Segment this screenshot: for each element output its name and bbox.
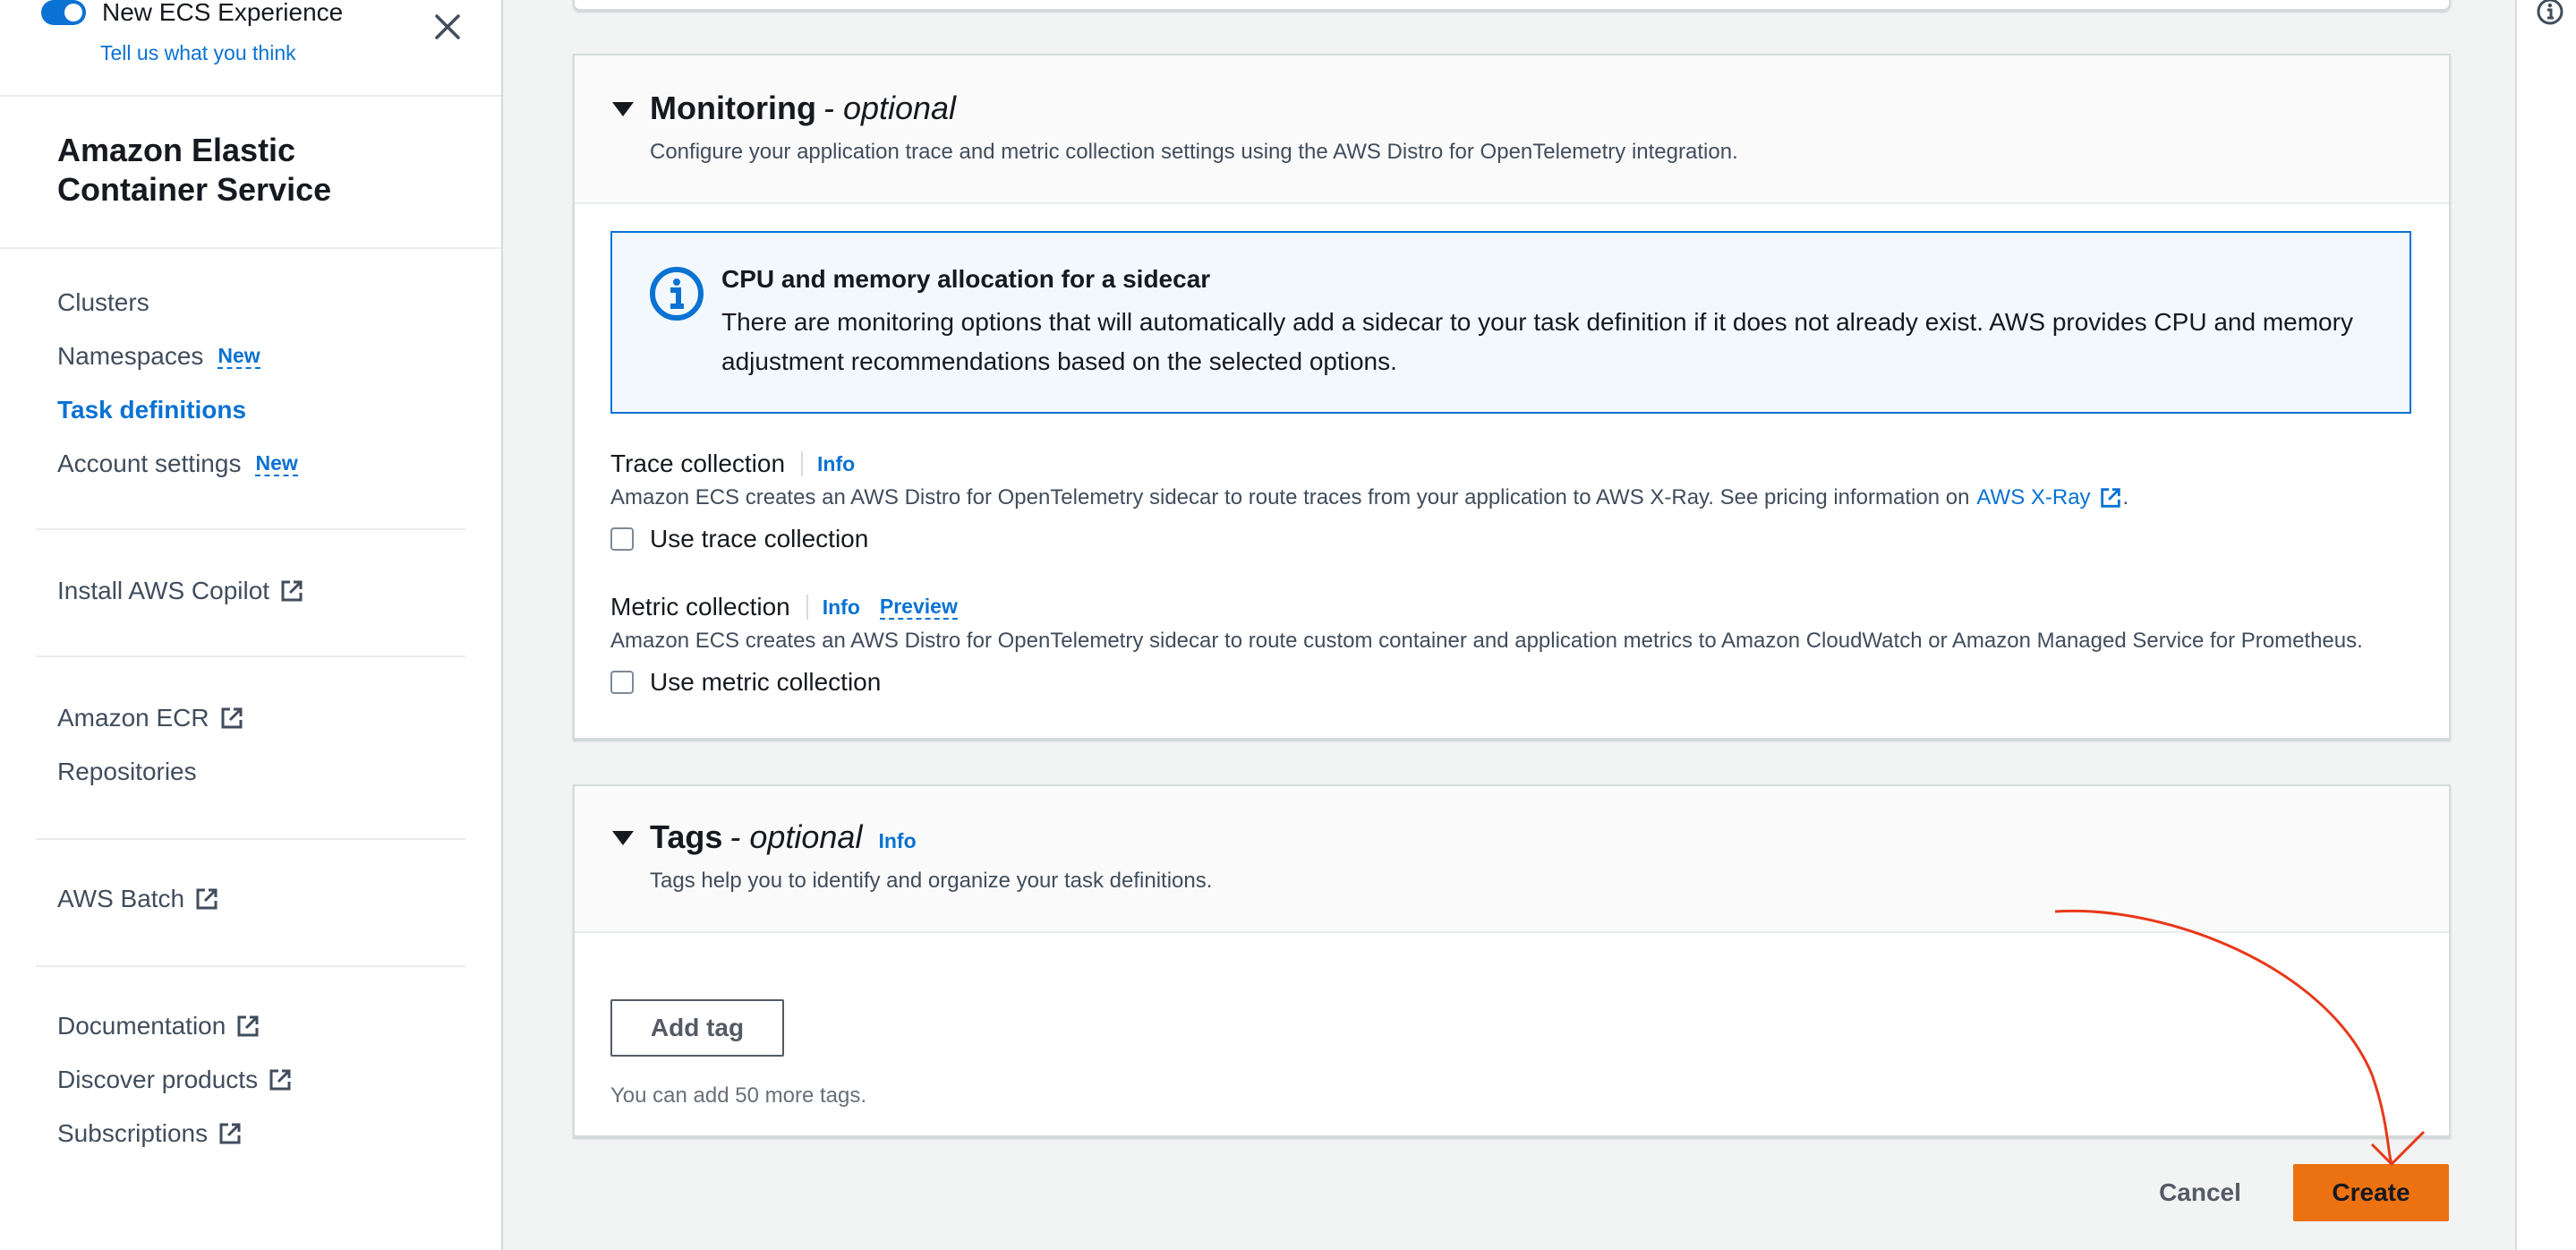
sidebar-item-label: Clusters xyxy=(57,288,149,316)
checkbox-label: Use metric collection xyxy=(650,668,882,696)
alert-title: CPU and memory allocation for a sidecar xyxy=(721,265,1211,293)
sidebar-item-label: Task definitions xyxy=(57,396,247,424)
add-tag-button[interactable]: Add tag xyxy=(610,999,784,1057)
trace-description-text: Amazon ECS creates an AWS Distro for Ope… xyxy=(610,485,1970,509)
info-circle-icon xyxy=(650,267,704,321)
info-icon[interactable] xyxy=(2535,0,2565,27)
trace-info-link[interactable]: Info xyxy=(817,452,855,476)
checkbox-label: Use trace collection xyxy=(650,525,869,552)
sidebar-item-subscriptions[interactable]: Subscriptions xyxy=(57,1119,243,1148)
tags-panel: Tags - optional Info Tags help you to id… xyxy=(573,784,2451,1137)
monitoring-panel: Monitoring - optional Configure your app… xyxy=(573,54,2451,740)
sidebar-divider xyxy=(36,655,465,657)
external-link-icon[interactable] xyxy=(2098,485,2123,510)
trailing-period: . xyxy=(2122,485,2129,509)
external-link-icon xyxy=(269,1069,291,1091)
trace-collection-checkbox[interactable] xyxy=(610,527,634,551)
sidebar-item-label: Documentation xyxy=(57,1012,226,1040)
sidebar-item-discover-products[interactable]: Discover products xyxy=(57,1066,294,1094)
section-title-text: Tags xyxy=(650,818,723,855)
sidecar-info-alert: CPU and memory allocation for a sidecar … xyxy=(610,231,2411,414)
section-title-text: Monitoring xyxy=(650,90,816,126)
trace-collection-label: Trace collection Info xyxy=(610,449,855,478)
sidebar-divider xyxy=(36,528,465,530)
sidebar-item-amazon-ecr[interactable]: Amazon ECR xyxy=(57,704,245,732)
metric-info-link[interactable]: Info xyxy=(823,595,860,620)
label-separator xyxy=(801,451,804,476)
metric-collection-checkbox[interactable] xyxy=(610,671,634,694)
new-experience-toggle[interactable] xyxy=(41,0,86,25)
tools-rail xyxy=(2515,0,2576,1250)
tags-remaining-hint: You can add 50 more tags. xyxy=(610,1083,866,1108)
sidebar-item-clusters[interactable]: Clusters xyxy=(57,288,149,317)
tags-title: Tags - optional Info xyxy=(650,818,917,856)
monitoring-title: Monitoring - optional xyxy=(650,90,956,127)
sidebar-divider xyxy=(36,838,465,840)
sidebar-divider xyxy=(36,965,465,967)
optional-label: - optional xyxy=(823,90,957,126)
external-link-icon xyxy=(196,888,218,910)
feedback-link[interactable]: Tell us what you think xyxy=(100,41,296,65)
external-link-icon xyxy=(221,707,243,729)
sidebar-item-label: Install AWS Copilot xyxy=(57,577,270,604)
create-button[interactable]: Create xyxy=(2293,1164,2449,1221)
sidebar-item-label: Discover products xyxy=(57,1066,259,1093)
monitoring-description: Configure your application trace and met… xyxy=(650,140,1738,164)
service-title[interactable]: Amazon Elastic Container Service xyxy=(57,131,331,210)
trace-collection-checkbox-row[interactable]: Use trace collection xyxy=(610,525,868,553)
sidebar-divider xyxy=(0,95,501,97)
cancel-button[interactable]: Cancel xyxy=(2128,1164,2272,1221)
new-experience-label: New ECS Experience xyxy=(102,0,344,26)
sidebar-item-label: Account settings xyxy=(57,449,242,477)
field-label-text: Trace collection xyxy=(610,449,786,477)
sidebar-item-repositories[interactable]: Repositories xyxy=(57,758,197,786)
close-icon[interactable] xyxy=(431,11,464,43)
side-navigation: New ECS Experience Tell us what you thin… xyxy=(0,0,503,1250)
label-separator xyxy=(806,595,808,620)
tags-header[interactable]: Tags - optional Info Tags help you to id… xyxy=(575,786,2449,933)
caret-down-icon[interactable] xyxy=(612,831,634,845)
sidebar-item-label: Repositories xyxy=(57,758,197,785)
previous-section-panel xyxy=(573,0,2451,11)
sidebar-item-install-copilot[interactable]: Install AWS Copilot xyxy=(57,577,305,605)
optional-label: - optional xyxy=(729,818,863,855)
sidebar-item-label: Subscriptions xyxy=(57,1119,209,1147)
new-experience-toggle-row: New ECS Experience xyxy=(41,0,343,27)
monitoring-header[interactable]: Monitoring - optional Configure your app… xyxy=(575,56,2449,204)
external-link-icon xyxy=(237,1015,259,1037)
metric-collection-label: Metric collection Info Preview xyxy=(610,593,958,621)
sidebar-item-task-definitions[interactable]: Task definitions xyxy=(57,396,246,424)
external-link-icon xyxy=(281,580,303,602)
new-badge: New xyxy=(218,344,260,369)
sidebar-item-documentation[interactable]: Documentation xyxy=(57,1012,261,1040)
sidebar-divider xyxy=(0,247,501,249)
sidebar-item-account-settings[interactable]: Account settings New xyxy=(57,449,298,478)
external-link-icon xyxy=(219,1123,241,1144)
metric-collection-description: Amazon ECS creates an AWS Distro for Ope… xyxy=(610,629,2363,653)
new-badge: New xyxy=(255,451,298,476)
trace-collection-description: Amazon ECS creates an AWS Distro for Ope… xyxy=(610,485,2128,510)
field-label-text: Metric collection xyxy=(610,593,790,621)
sidebar-item-aws-batch[interactable]: AWS Batch xyxy=(57,885,220,913)
metric-collection-checkbox-row[interactable]: Use metric collection xyxy=(610,668,881,697)
alert-body: There are monitoring options that will a… xyxy=(721,308,2353,375)
tags-description: Tags help you to identify and organize y… xyxy=(650,869,1213,893)
aws-xray-link[interactable]: AWS X-Ray xyxy=(1976,485,2090,510)
tags-info-link[interactable]: Info xyxy=(878,829,916,853)
sidebar-item-namespaces[interactable]: Namespaces New xyxy=(57,342,260,371)
preview-badge[interactable]: Preview xyxy=(879,595,958,620)
caret-down-icon[interactable] xyxy=(612,102,634,116)
sidebar-item-label: Namespaces xyxy=(57,342,204,370)
sidebar-item-label: Amazon ECR xyxy=(57,704,209,732)
sidebar-item-label: AWS Batch xyxy=(57,885,185,912)
